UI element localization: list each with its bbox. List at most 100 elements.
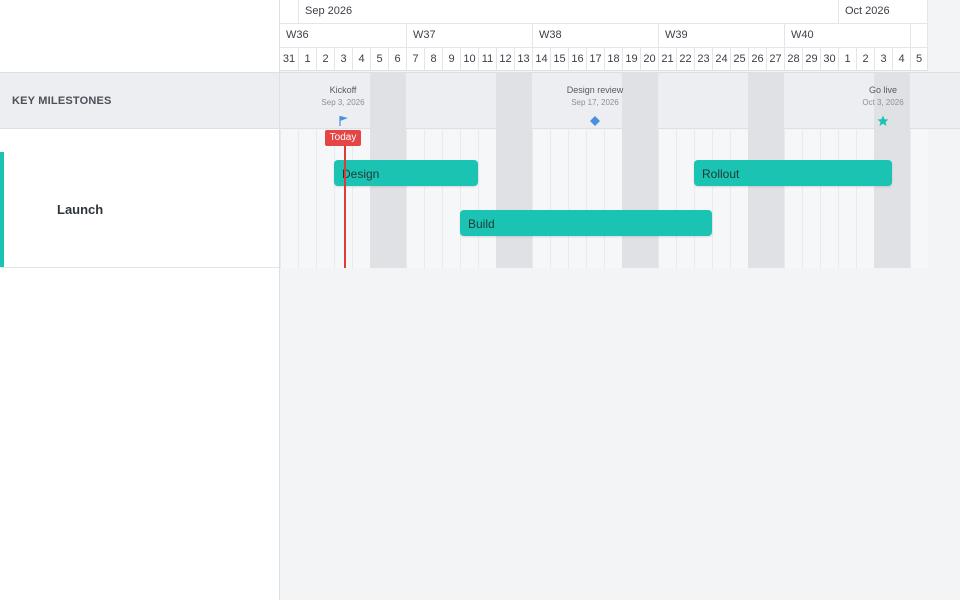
day-label: 21 bbox=[661, 53, 674, 65]
weekend-shade bbox=[496, 73, 532, 130]
day-label: 3 bbox=[880, 53, 887, 65]
grid-line bbox=[550, 130, 551, 268]
grid-line bbox=[658, 130, 659, 268]
week-label: W36 bbox=[286, 29, 309, 41]
week-cell: W36 bbox=[280, 24, 406, 47]
day-label: 19 bbox=[625, 53, 638, 65]
month-label: Sep 2026 bbox=[305, 5, 353, 17]
day-label: 1 bbox=[304, 53, 311, 65]
task-grid: Design Build Rollout bbox=[280, 130, 928, 268]
day-cell: 30 bbox=[820, 48, 838, 70]
day-header: 31 1 2 3 4 5 6 7 8 9 10 11 12 13 14 15 16 17 18 19 20 21 22 23 2… bbox=[280, 48, 928, 71]
left-pane: KEY MILESTONES Launch bbox=[0, 0, 280, 600]
day-label: 1 bbox=[844, 53, 851, 65]
flag-icon[interactable] bbox=[338, 115, 350, 127]
day-cell: 12 bbox=[496, 48, 514, 70]
day-label: 6 bbox=[394, 53, 401, 65]
grid-line bbox=[568, 130, 569, 268]
diamond-icon[interactable] bbox=[590, 116, 600, 126]
month-header: Sep 2026 Oct 2026 bbox=[280, 0, 928, 24]
day-cell: 29 bbox=[802, 48, 820, 70]
weekend-shade bbox=[496, 130, 532, 268]
day-cell: 2 bbox=[856, 48, 874, 70]
day-cell: 23 bbox=[694, 48, 712, 70]
weekend-shade bbox=[622, 130, 658, 268]
grid-line bbox=[424, 130, 425, 268]
task-bar-build[interactable]: Build bbox=[460, 210, 712, 236]
group-row-launch[interactable]: Launch bbox=[0, 130, 279, 268]
milestones-row-label: KEY MILESTONES bbox=[0, 72, 279, 129]
day-label: 15 bbox=[553, 53, 566, 65]
day-label: 7 bbox=[412, 53, 419, 65]
star-icon[interactable] bbox=[877, 115, 889, 127]
grid-line bbox=[280, 130, 281, 268]
day-cell: 7 bbox=[406, 48, 424, 70]
today-line bbox=[344, 130, 346, 268]
day-cell: 3 bbox=[334, 48, 352, 70]
day-label: 31 bbox=[282, 53, 296, 65]
week-cell: W37 bbox=[406, 24, 532, 47]
day-cell: 4 bbox=[352, 48, 370, 70]
day-cell: 5 bbox=[370, 48, 388, 70]
grid-line bbox=[532, 130, 533, 268]
week-cell: W39 bbox=[658, 24, 784, 47]
day-label: 2 bbox=[862, 53, 869, 65]
day-label: 12 bbox=[499, 53, 512, 65]
task-bar-label: Build bbox=[468, 217, 495, 231]
day-cell: 1 bbox=[298, 48, 316, 70]
day-cell: 14 bbox=[532, 48, 550, 70]
milestone-label: Go live bbox=[868, 85, 897, 95]
day-label: 22 bbox=[679, 53, 692, 65]
grid-line bbox=[856, 130, 857, 268]
grid-line bbox=[838, 130, 839, 268]
day-cell: 19 bbox=[622, 48, 640, 70]
day-cell: 25 bbox=[730, 48, 748, 70]
milestones-band: Kickoff Sep 3, 2026 Design review Sep 17… bbox=[280, 72, 960, 130]
day-cell: 15 bbox=[550, 48, 568, 70]
day-cell: 11 bbox=[478, 48, 496, 70]
day-label: 16 bbox=[571, 53, 584, 65]
day-cell: 27 bbox=[766, 48, 784, 70]
day-label: 24 bbox=[715, 53, 728, 65]
day-cell: 1 bbox=[838, 48, 856, 70]
month-cell: Oct 2026 bbox=[838, 0, 928, 23]
day-cell: 22 bbox=[676, 48, 694, 70]
grid-line bbox=[406, 130, 407, 268]
day-label: 4 bbox=[898, 53, 905, 65]
task-bar-rollout[interactable]: Rollout bbox=[694, 160, 892, 186]
week-label: W40 bbox=[791, 29, 814, 41]
milestone-label: Kickoff bbox=[329, 85, 357, 95]
day-cell: 8 bbox=[424, 48, 442, 70]
week-label: W39 bbox=[665, 29, 688, 41]
day-label: 29 bbox=[805, 53, 818, 65]
grid-line bbox=[802, 130, 803, 268]
day-cell: 20 bbox=[640, 48, 658, 70]
month-cell: Sep 2026 bbox=[298, 0, 838, 23]
grid-line bbox=[478, 130, 479, 268]
milestones-label: KEY MILESTONES bbox=[12, 95, 112, 107]
day-label: 5 bbox=[915, 53, 923, 65]
day-cell: 24 bbox=[712, 48, 730, 70]
day-cell: 9 bbox=[442, 48, 460, 70]
grid-line bbox=[694, 130, 695, 268]
task-bar-design[interactable]: Design bbox=[334, 160, 478, 186]
grid-line bbox=[442, 130, 443, 268]
day-label: 4 bbox=[358, 53, 365, 65]
day-label: 2 bbox=[322, 53, 329, 65]
day-label: 25 bbox=[733, 53, 746, 65]
week-cell-tail bbox=[910, 24, 928, 47]
grid-line bbox=[676, 130, 677, 268]
day-cell: 16 bbox=[568, 48, 586, 70]
day-cell: 13 bbox=[514, 48, 532, 70]
weekend-shade bbox=[748, 73, 784, 130]
grid-line bbox=[352, 130, 353, 268]
day-cell: 18 bbox=[604, 48, 622, 70]
grid-line bbox=[298, 130, 299, 268]
day-label: 17 bbox=[589, 53, 602, 65]
today-badge[interactable]: Today bbox=[325, 130, 361, 146]
day-cell: 4 bbox=[892, 48, 910, 70]
grid-line bbox=[604, 130, 605, 268]
grid-line bbox=[712, 130, 713, 268]
day-label: 13 bbox=[517, 53, 530, 65]
day-cell: 5 bbox=[910, 48, 928, 70]
